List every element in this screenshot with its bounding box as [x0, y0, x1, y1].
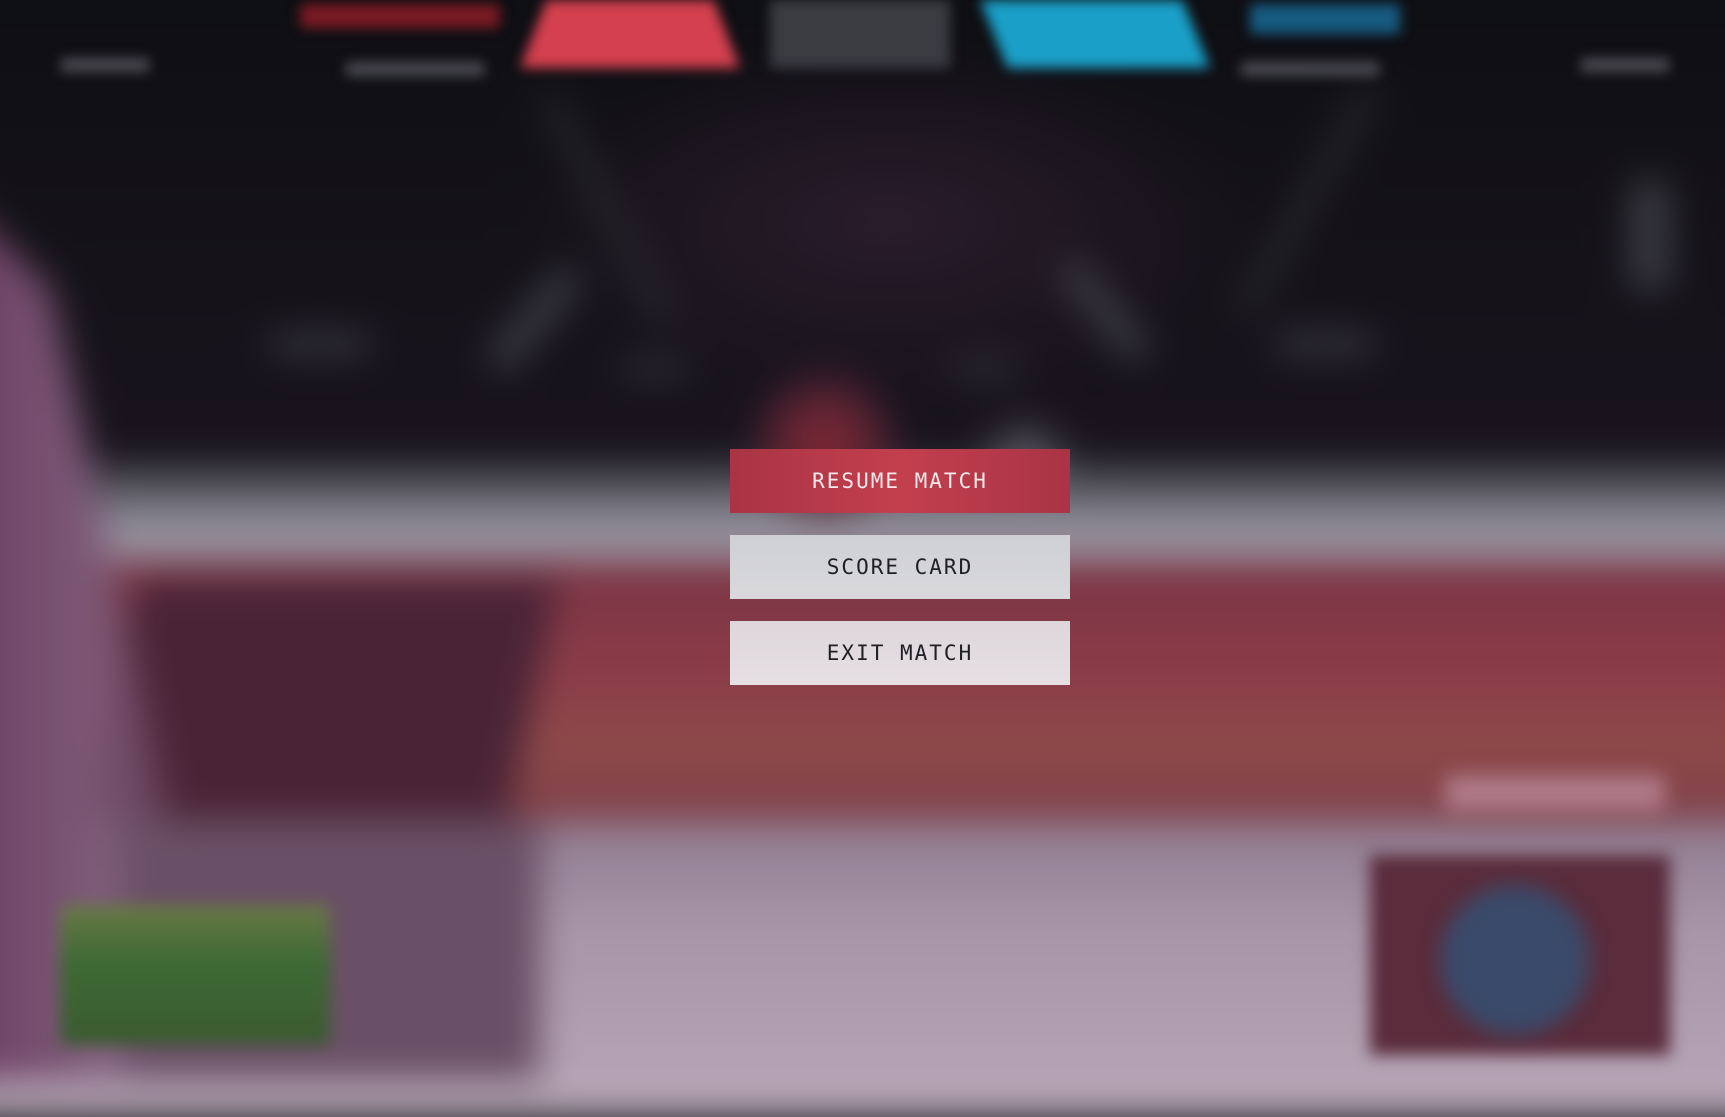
ceiling-light: [270, 335, 370, 353]
team-blue-score-panel: [980, 0, 1210, 68]
team-red-score-panel: [520, 0, 740, 68]
team-red-name-strip: [300, 4, 500, 28]
hud-text: [1580, 58, 1670, 72]
ceiling-light: [1275, 335, 1375, 353]
hud-text: [345, 62, 485, 76]
score-card-button[interactable]: SCORE CARD: [730, 535, 1070, 599]
ceiling-light: [950, 360, 1020, 378]
resume-match-button[interactable]: RESUME MATCH: [730, 449, 1070, 513]
hud-text: [60, 58, 150, 72]
hud-text: [1240, 62, 1380, 76]
ceiling-light: [620, 360, 690, 378]
match-timer-panel: [770, 0, 950, 68]
scoreboard-hud: [0, 0, 1725, 90]
weapon-label: [1445, 775, 1665, 811]
pause-menu: RESUME MATCH SCORE CARD EXIT MATCH: [730, 449, 1070, 707]
game-scene: RESUME MATCH SCORE CARD EXIT MATCH: [0, 0, 1725, 1117]
team-blue-name-strip: [1250, 4, 1400, 34]
ability-icon: [1440, 885, 1590, 1035]
wall-fixture: [1630, 180, 1670, 290]
exit-match-button[interactable]: EXIT MATCH: [730, 621, 1070, 685]
player-status-panel: [60, 905, 330, 1045]
